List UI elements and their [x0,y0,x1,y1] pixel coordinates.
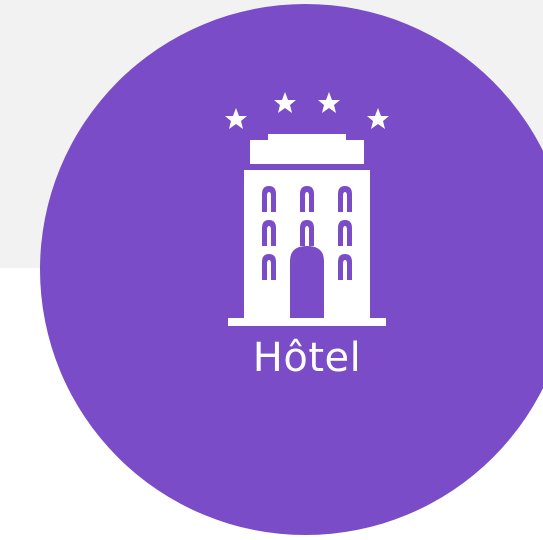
hotel-label: Hôtel [252,335,362,381]
star-icon [274,92,296,113]
star-icon [318,92,340,113]
canvas: Hôtel [0,0,543,540]
hotel-icon [225,92,389,326]
star-icon [367,108,389,129]
star-icon [225,108,247,129]
